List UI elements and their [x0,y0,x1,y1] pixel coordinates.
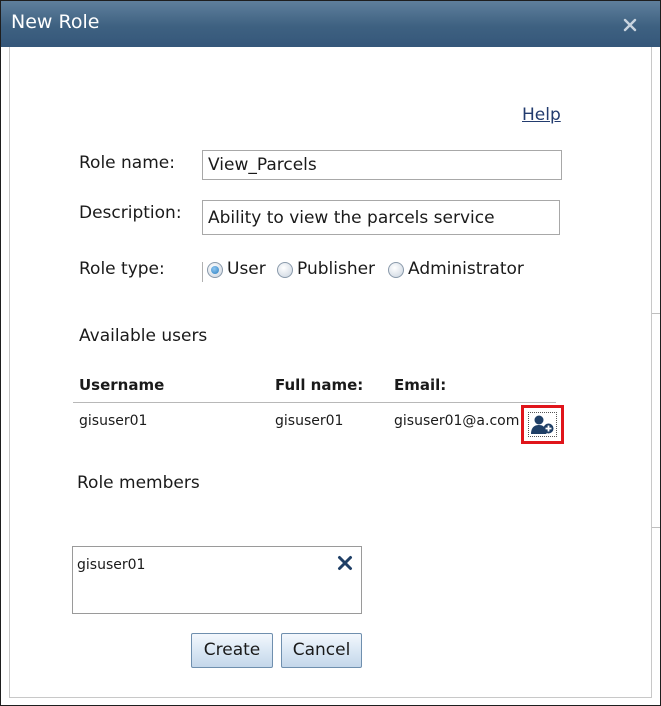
role-type-user-label: User [227,259,266,279]
new-role-dialog: New Role Help Role name: Description: Ro… [0,0,661,706]
column-header-username: Username [79,376,165,394]
row-username: gisuser01 [79,413,148,429]
role-members-heading: Role members [77,473,200,493]
background-divider [652,527,660,528]
description-input[interactable] [202,200,560,235]
help-link[interactable]: Help [522,105,561,125]
create-button[interactable]: Create [191,633,273,668]
column-header-full-name: Full name: [275,376,364,394]
role-members-list[interactable]: gisuser01 [72,546,362,614]
close-icon[interactable] [622,17,638,33]
add-user-icon [528,412,557,437]
list-item: gisuser01 [77,557,146,573]
cancel-button[interactable]: Cancel [281,633,362,668]
column-header-email: Email: [394,376,447,394]
role-type-administrator-label: Administrator [408,259,524,279]
radio-checked-icon [207,262,223,278]
row-full-name: gisuser01 [275,413,344,429]
dialog-titlebar[interactable]: New Role [1,1,660,47]
available-users-heading: Available users [79,326,208,346]
background-divider [652,313,660,314]
radio-unchecked-icon [277,262,293,278]
radio-group-divider [202,262,203,282]
role-type-publisher-label: Publisher [297,259,376,279]
remove-x-icon[interactable] [337,555,353,571]
role-name-label: Role name: [79,153,175,173]
table-header-divider [73,402,556,403]
add-user-button[interactable] [521,405,564,444]
role-type-label: Role type: [79,259,165,279]
description-label: Description: [79,203,182,223]
role-name-input[interactable] [202,150,562,180]
radio-unchecked-icon [388,262,404,278]
dialog-title: New Role [11,11,100,33]
row-email: gisuser01@a.com [394,413,520,429]
